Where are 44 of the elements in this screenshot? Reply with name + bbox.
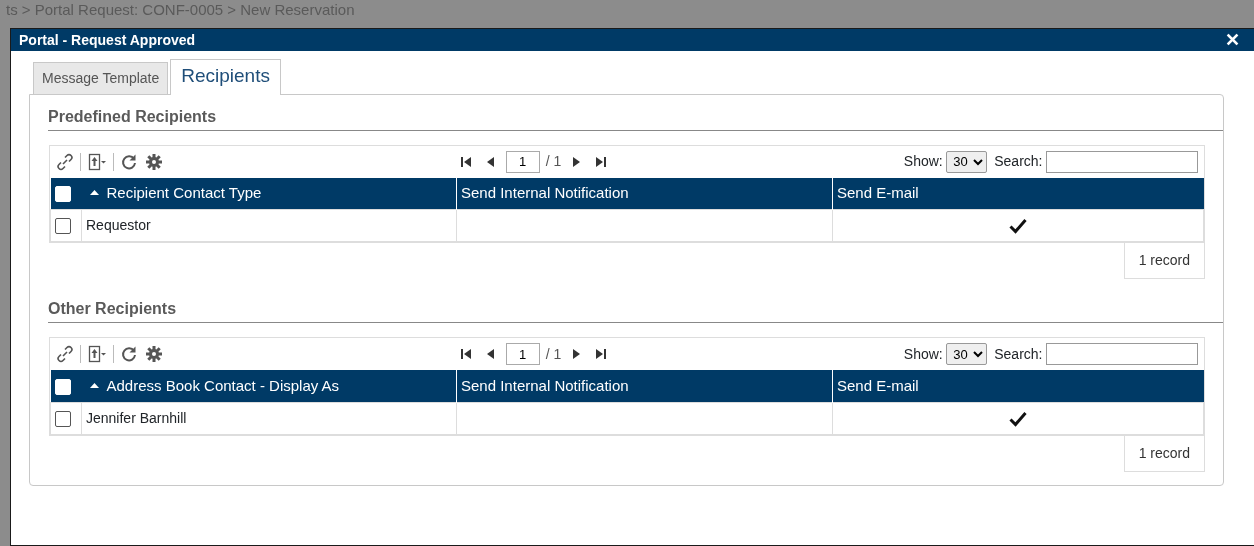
link-icon[interactable]: [56, 152, 74, 171]
sort-icon: [89, 190, 99, 196]
link-icon[interactable]: [56, 345, 74, 363]
column-header-label: Recipient Contact Type: [106, 184, 262, 201]
show-label: Show:: [903, 344, 943, 364]
search-field[interactable]: [1046, 150, 1198, 173]
settings-icon[interactable]: [145, 345, 163, 363]
tab[interactable]: Recipients: [170, 59, 281, 95]
select-all-checkbox[interactable]: [54, 186, 71, 203]
page-size-select[interactable]: 30: [946, 343, 988, 365]
checkmark-icon: [1009, 410, 1027, 427]
tab[interactable]: Message Template: [33, 61, 169, 94]
show-label: Show:: [903, 152, 943, 171]
settings-icon[interactable]: [145, 152, 163, 171]
page-total: / 1: [545, 344, 562, 364]
table-cell: Jennifer Barnhill: [81, 402, 457, 434]
row-checkbox[interactable]: [55, 218, 71, 235]
page-size-select[interactable]: 30: [946, 150, 988, 173]
search-field[interactable]: [1046, 343, 1198, 365]
page-total: / 1: [545, 152, 562, 171]
select-all-checkbox[interactable]: [54, 378, 71, 395]
checkmark-icon: [1009, 218, 1027, 235]
refresh-icon[interactable]: [120, 152, 138, 171]
table-cell: Requestor: [81, 209, 457, 242]
record-count: 1 record: [1123, 243, 1205, 279]
column-header[interactable]: Send Internal Notification: [456, 370, 833, 402]
column-header[interactable]: Send E-mail: [832, 370, 1204, 402]
close-button[interactable]: ✕: [1219, 30, 1246, 50]
search-label: Search:: [994, 344, 1043, 364]
page-input[interactable]: 1: [505, 343, 540, 365]
column-header[interactable]: Send Internal Notification: [456, 177, 833, 210]
search-label: Search:: [994, 152, 1043, 171]
dialog-title: Portal - Request Approved: [19, 31, 196, 50]
column-header-label: Address Book Contact - Display As: [106, 376, 340, 394]
sort-icon: [89, 382, 99, 388]
row-checkbox[interactable]: [55, 410, 71, 427]
refresh-icon[interactable]: [120, 345, 138, 363]
export-icon[interactable]: [87, 152, 107, 171]
export-icon[interactable]: [87, 345, 107, 363]
page-input[interactable]: 1: [505, 150, 540, 173]
column-header[interactable]: Send E-mail: [832, 177, 1204, 210]
record-count: 1 record: [1123, 435, 1205, 472]
section-title: Other Recipients: [48, 297, 1223, 323]
section-title: Predefined Recipients: [48, 104, 1223, 131]
